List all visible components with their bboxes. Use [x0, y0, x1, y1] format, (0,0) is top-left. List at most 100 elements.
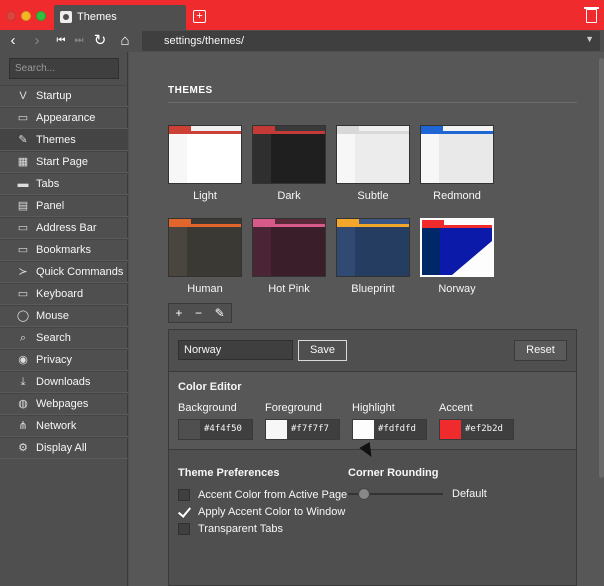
theme-card-dark[interactable]: Dark: [252, 125, 326, 202]
preference-row[interactable]: Accent Color from Active Page: [178, 489, 347, 501]
tabs-icon: ▬: [17, 178, 29, 190]
color-swatch[interactable]: [179, 420, 200, 439]
theme-thumbnail[interactable]: [336, 125, 410, 184]
address-bar[interactable]: settings/themes/ ▼: [142, 31, 600, 51]
window-maximize-button[interactable]: [36, 11, 46, 21]
forward-button[interactable]: ›: [29, 33, 45, 49]
preference-label: Accent Color from Active Page: [198, 489, 348, 501]
settings-icon: [60, 11, 72, 23]
theme-thumbnail[interactable]: [420, 125, 494, 184]
search-icon: ⌕: [19, 332, 27, 344]
corner-rounding-knob[interactable]: [358, 488, 370, 500]
corner-rounding-value: Default: [452, 488, 487, 500]
theme-card-subtle[interactable]: Subtle: [336, 125, 410, 202]
checkbox-checked[interactable]: [178, 506, 190, 518]
sidebar-item-label: Downloads: [36, 376, 91, 388]
sidebar-item-privacy[interactable]: ◉ Privacy: [0, 349, 128, 371]
sidebar-item-themes[interactable]: ✎ Themes: [0, 129, 128, 151]
theme-card-blueprint[interactable]: Blueprint: [336, 218, 410, 295]
settings-sidebar: Search... V Startup ▭ Appearance ✎ Themes ▦ Sta…: [0, 52, 128, 586]
sidebar-item-label: Quick Commands: [36, 266, 124, 278]
color-swatch[interactable]: [266, 420, 287, 439]
scrollbar[interactable]: [599, 58, 604, 478]
preference-label: Apply Accent Color to Window: [198, 506, 346, 518]
sidebar-item-address-bar[interactable]: ▭ Address Bar: [0, 217, 128, 239]
remove-theme-button[interactable]: −: [195, 306, 202, 320]
theme-thumbnail[interactable]: [252, 125, 326, 184]
add-theme-button[interactable]: +: [175, 306, 182, 320]
sidebar-item-mouse[interactable]: ◯ Mouse: [0, 305, 128, 327]
checkbox[interactable]: [178, 523, 190, 535]
sidebar-item-label: Display All: [36, 442, 87, 454]
sidebar-item-label: Search: [36, 332, 71, 344]
theme-thumbnail[interactable]: [168, 125, 242, 184]
theme-name: Subtle: [357, 190, 389, 202]
sidebar-item-downloads[interactable]: ⤓ Downloads: [0, 371, 128, 393]
mouse-icon: ◯: [16, 310, 30, 322]
color-hex-input[interactable]: #f7f7f7: [287, 420, 339, 439]
theme-name-input[interactable]: Norway: [178, 340, 293, 360]
sidebar-item-label: Appearance: [36, 112, 96, 124]
color-hex-input[interactable]: #4f4f50: [200, 420, 252, 439]
settings-search-input[interactable]: Search...: [9, 58, 119, 79]
theme-card-light[interactable]: Light: [168, 125, 242, 202]
sidebar-item-label: Startup: [36, 90, 72, 102]
window-close-button[interactable]: [6, 11, 16, 21]
theme-thumbnail[interactable]: [336, 218, 410, 277]
sidebar-item-quick-commands[interactable]: ≻ Quick Commands: [0, 261, 128, 283]
fast-forward-button[interactable]: ⏭: [71, 33, 87, 49]
theme-thumbnail[interactable]: [420, 218, 494, 277]
color-field[interactable]: #4f4f50: [178, 419, 253, 440]
swatch-label: Foreground: [265, 402, 322, 414]
swatch-label: Highlight: [352, 402, 395, 414]
new-tab-button[interactable]: +: [193, 10, 206, 23]
theme-thumbnail[interactable]: [168, 218, 242, 277]
theme-name: Human: [187, 283, 223, 295]
gear-icon: ⚙: [18, 442, 28, 454]
back-button[interactable]: ‹: [5, 33, 21, 49]
color-hex-input[interactable]: #ef2b2d: [461, 420, 513, 439]
theme-name: Norway: [438, 283, 476, 295]
rewind-button[interactable]: ⏮: [53, 33, 69, 49]
reload-button[interactable]: ↻: [92, 33, 108, 49]
home-button[interactable]: ⌂: [117, 33, 133, 49]
color-swatch[interactable]: [353, 420, 374, 439]
sidebar-item-display-all[interactable]: ⚙ Display All: [0, 437, 128, 459]
theme-thumbnail[interactable]: [252, 218, 326, 277]
brush-icon: ✎: [18, 134, 28, 146]
tab-title: Themes: [77, 11, 117, 23]
sidebar-item-bookmarks[interactable]: ▭ Bookmarks: [0, 239, 128, 261]
theme-card-human[interactable]: Human: [168, 218, 242, 295]
reset-button[interactable]: Reset: [514, 340, 567, 361]
color-field[interactable]: #fdfdfd: [352, 419, 427, 440]
window-minimize-button[interactable]: [21, 11, 31, 21]
theme-card-redmond[interactable]: Redmond: [420, 125, 494, 202]
sidebar-item-keyboard[interactable]: ▭ Keyboard: [0, 283, 128, 305]
color-hex-input[interactable]: #fdfdfd: [374, 420, 426, 439]
sidebar-item-startup[interactable]: V Startup: [0, 85, 128, 107]
theme-name: Blueprint: [351, 283, 395, 295]
sidebar-item-network[interactable]: ⋔ Network: [0, 415, 128, 437]
sidebar-item-panel[interactable]: ▤ Panel: [0, 195, 128, 217]
swatch-background: Background #4f4f50: [178, 402, 253, 440]
color-field[interactable]: #ef2b2d: [439, 419, 514, 440]
edit-theme-button[interactable]: ✎: [215, 306, 225, 320]
sidebar-item-appearance[interactable]: ▭ Appearance: [0, 107, 128, 129]
tab-themes[interactable]: Themes: [54, 5, 186, 30]
preference-row[interactable]: Transparent Tabs: [178, 523, 283, 535]
sidebar-item-search[interactable]: ⌕ Search: [0, 327, 128, 349]
color-field[interactable]: #f7f7f7: [265, 419, 340, 440]
color-swatch[interactable]: [440, 420, 461, 439]
dropdown-arrow-icon[interactable]: ▼: [585, 34, 594, 44]
preference-row[interactable]: Apply Accent Color to Window: [178, 506, 345, 518]
sidebar-item-start-page[interactable]: ▦ Start Page: [0, 151, 128, 173]
trash-icon[interactable]: [584, 7, 599, 23]
theme-name: Dark: [277, 190, 301, 202]
sidebar-item-tabs[interactable]: ▬ Tabs: [0, 173, 128, 195]
save-button[interactable]: Save: [298, 340, 347, 361]
theme-card-hot-pink[interactable]: Hot Pink: [252, 218, 326, 295]
checkbox[interactable]: [178, 489, 190, 501]
sidebar-item-label: Tabs: [36, 178, 60, 190]
theme-card-norway[interactable]: Norway: [420, 218, 494, 295]
sidebar-item-webpages[interactable]: ◍ Webpages: [0, 393, 128, 415]
